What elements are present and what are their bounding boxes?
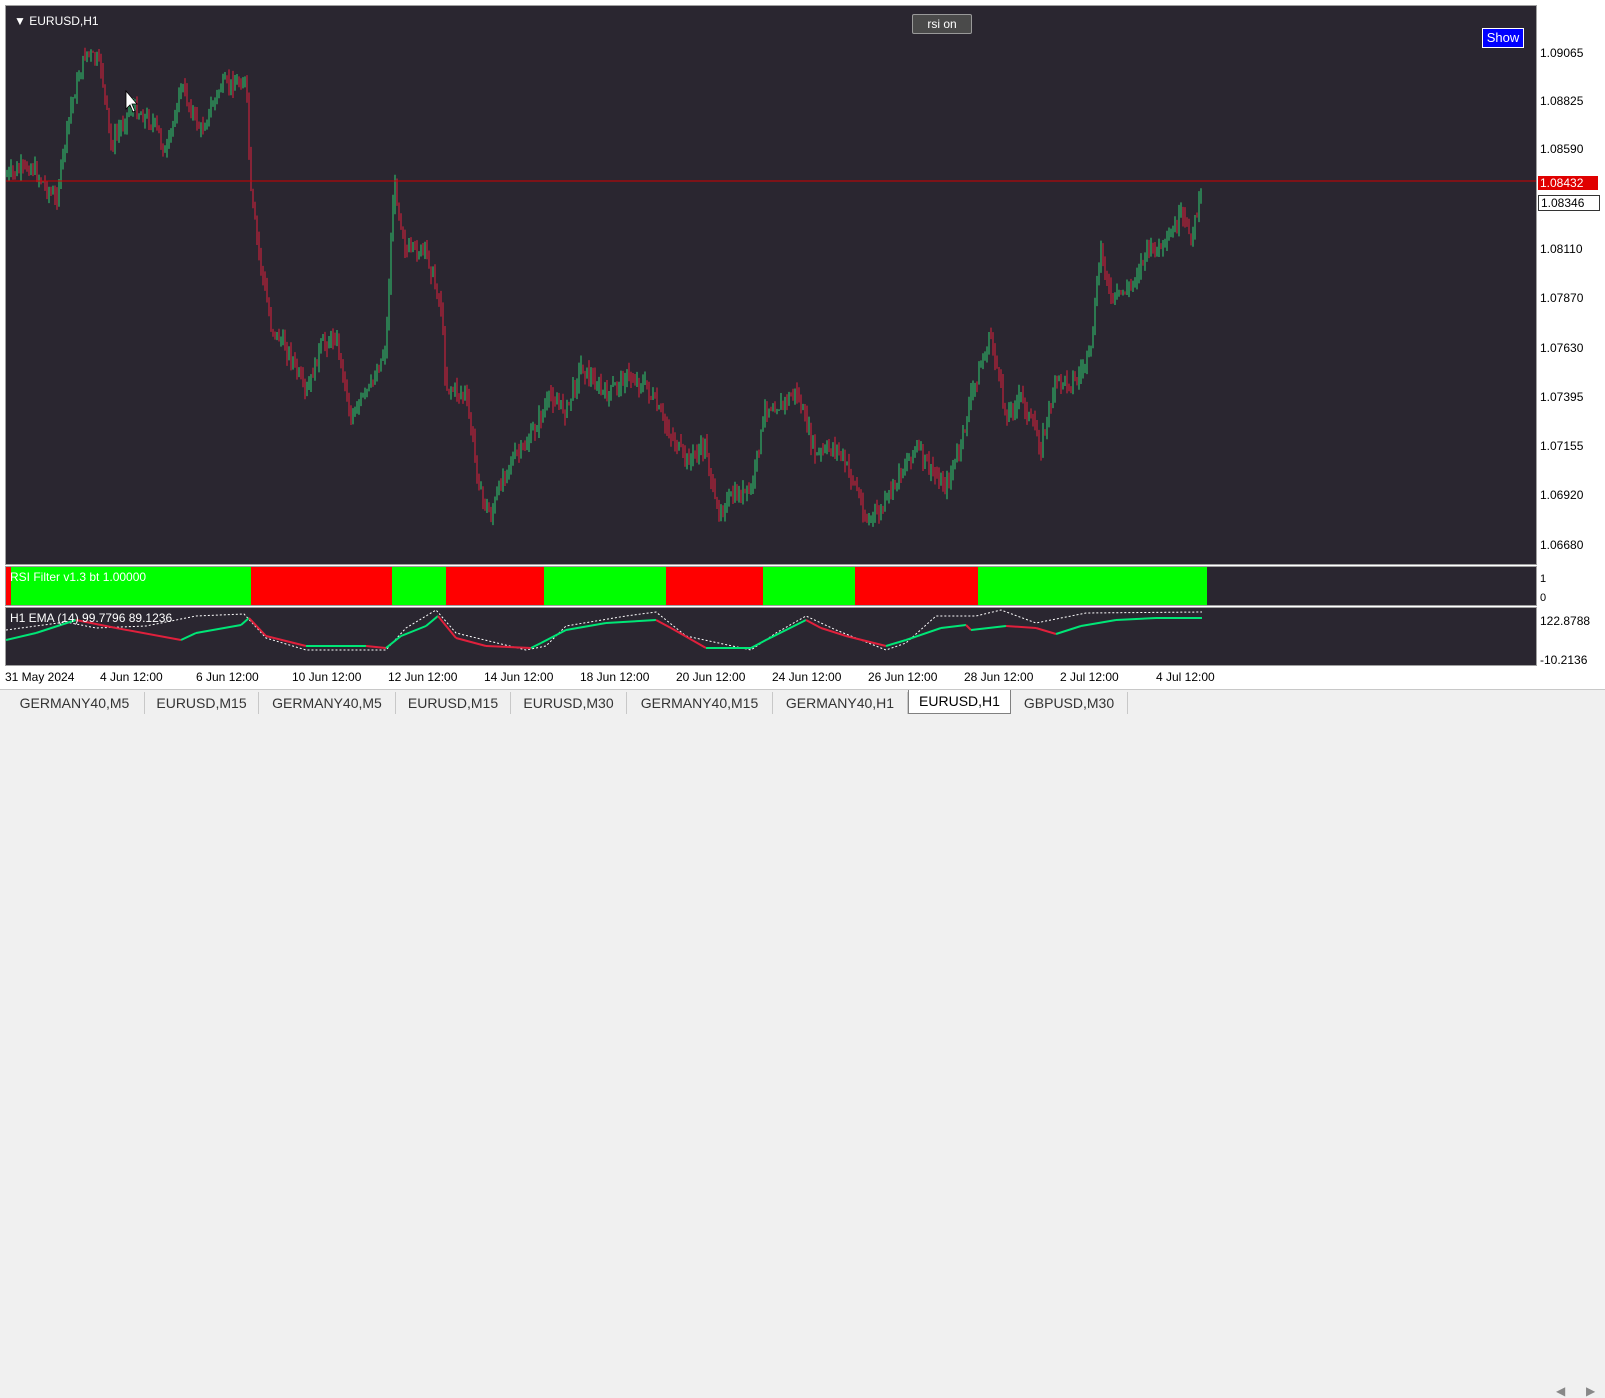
- rsi-filter-pane[interactable]: RSI Filter v1.3 bt 1.00000: [5, 566, 1537, 606]
- ema-main-line: [655, 619, 672, 629]
- ema-main-line: [940, 624, 967, 629]
- ema-indicator-pane[interactable]: H1 EMA (14) 99.7796 89.1236: [5, 607, 1537, 666]
- ema-main-line: [425, 615, 439, 627]
- rsi-filter-segment: [666, 567, 763, 605]
- ema-main-line: [485, 645, 532, 649]
- ema-main-line: [970, 625, 1007, 631]
- rsi-filter-histogram: [6, 567, 1207, 605]
- ema-main-line: [750, 639, 767, 649]
- ema-main-line: [805, 619, 822, 629]
- tab-germany40-m15[interactable]: GERMANY40,M15: [627, 692, 773, 714]
- rsi-filter-segment: [855, 567, 978, 605]
- candlestick-chart: [6, 47, 1536, 527]
- ema-main-line: [765, 619, 807, 641]
- chart-window: ▼ EURUSD,H1 rsi on Show RSI Filter v1.3 …: [0, 0, 1605, 1398]
- rsi-filter-segment: [251, 567, 392, 605]
- ema-lines: [6, 609, 1203, 651]
- tab-eurusd-m30[interactable]: EURUSD,M30: [511, 692, 627, 714]
- rsi-filter-segment: [446, 567, 544, 605]
- ema-main-line: [437, 615, 457, 639]
- time-tick: 28 Jun 12:00: [964, 670, 1034, 684]
- ema-main-line: [965, 624, 972, 631]
- time-tick: 6 Jun 12:00: [196, 670, 259, 684]
- time-tick: 20 Jun 12:00: [676, 670, 746, 684]
- ema-scale-top: 122.8788: [1540, 614, 1591, 628]
- tab-germany40-m5[interactable]: GERMANY40,M5: [5, 692, 145, 714]
- ema-main-line: [455, 637, 487, 647]
- time-axis[interactable]: 31 May 2024 4 Jun 12:00 6 Jun 12:00 10 J…: [0, 666, 1537, 688]
- rsi-filter-segment: [978, 567, 1207, 605]
- rsi-filter-segment: [763, 567, 855, 605]
- tab-gbpusd-m30[interactable]: GBPUSD,M30: [1011, 692, 1128, 714]
- time-tick: 14 Jun 12:00: [484, 670, 554, 684]
- rsi-filter-segment: [544, 567, 666, 605]
- price-tick: 1.08825: [1540, 94, 1584, 108]
- tab-eurusd-m15[interactable]: EURUSD,M15: [145, 692, 259, 714]
- current-price-tag: 1.08432: [1538, 176, 1598, 190]
- ema-main-line: [240, 617, 250, 626]
- rsi-filter-label: RSI Filter v1.3 bt 1.00000: [10, 570, 147, 584]
- time-tick: 24 Jun 12:00: [772, 670, 842, 684]
- ema-main-line: [365, 645, 387, 649]
- ema-main-line: [540, 629, 567, 644]
- price-tick: 1.07395: [1540, 390, 1584, 404]
- tab-scroll-right-icon[interactable]: ▶: [1586, 1384, 1595, 1398]
- price-tick: 1.07630: [1540, 341, 1584, 355]
- price-tick: 1.07155: [1540, 439, 1584, 453]
- ema-main-line: [195, 624, 242, 634]
- time-tick: 4 Jun 12:00: [100, 670, 163, 684]
- ema-main-line: [1115, 617, 1157, 621]
- ema-main-line: [115, 627, 182, 641]
- ema-main-line: [385, 635, 402, 649]
- bid-price-tag: 1.08346: [1538, 195, 1600, 211]
- time-tick: 2 Jul 12:00: [1060, 670, 1119, 684]
- ema-scale-bottom: -10.2136: [1540, 653, 1588, 667]
- time-tick: 12 Jun 12:00: [388, 670, 458, 684]
- tab-scroll-left-icon[interactable]: ◀: [1556, 1384, 1565, 1398]
- ema-main-line: [845, 635, 887, 647]
- tab-germany40-h1[interactable]: GERMANY40,H1: [773, 692, 908, 714]
- symbol-title[interactable]: ▼ EURUSD,H1: [14, 14, 99, 28]
- show-button[interactable]: Show: [1482, 28, 1524, 48]
- time-tick: 31 May 2024: [5, 670, 75, 684]
- ema-main-line: [180, 632, 197, 641]
- ema-main-line: [248, 617, 267, 637]
- rsi-toggle-button[interactable]: rsi on: [912, 14, 972, 34]
- time-tick: 26 Jun 12:00: [868, 670, 938, 684]
- ema-label: H1 EMA (14) 99.7796 89.1236: [10, 611, 173, 625]
- ema-main-line: [1035, 627, 1057, 635]
- price-chart-pane[interactable]: ▼ EURUSD,H1 rsi on Show: [5, 5, 1537, 565]
- tab-eurusd-h1[interactable]: EURUSD,H1: [908, 690, 1011, 714]
- ema-main-line: [6, 632, 37, 641]
- rsi-scale-bottom: 0: [1540, 592, 1547, 604]
- tab-germany40-m5-2[interactable]: GERMANY40,M5: [259, 692, 396, 714]
- ema-main-line: [1005, 625, 1037, 629]
- rsi-filter-segment: [392, 567, 446, 605]
- price-scale[interactable]: 1.09065 1.08825 1.08590 1.08110 1.07870 …: [1537, 5, 1605, 667]
- ema-main-line: [400, 625, 427, 637]
- ema-main-line: [1080, 619, 1117, 627]
- symbol-title-text: EURUSD,H1: [29, 14, 99, 28]
- ema-signal-line: [6, 609, 1203, 651]
- price-tick: 1.07870: [1540, 291, 1584, 305]
- dropdown-triangle-icon[interactable]: ▼: [14, 14, 26, 28]
- time-tick: 18 Jun 12:00: [580, 670, 650, 684]
- ema-main-line: [1055, 625, 1082, 635]
- chart-tabs-bar: GERMANY40,M5 EURUSD,M15 GERMANY40,M5 EUR…: [0, 689, 1605, 1398]
- ema-main-line: [670, 627, 707, 649]
- ema-main-line: [530, 642, 542, 649]
- tab-eurusd-m15-2[interactable]: EURUSD,M15: [396, 692, 511, 714]
- price-tick: 1.06920: [1540, 488, 1584, 502]
- price-tick: 1.09065: [1540, 46, 1584, 60]
- price-tick: 1.08110: [1540, 242, 1583, 256]
- ema-main-line: [605, 619, 657, 624]
- time-tick: 10 Jun 12:00: [292, 670, 362, 684]
- ema-main-line: [885, 639, 907, 647]
- price-tick: 1.06680: [1540, 538, 1584, 552]
- price-tick: 1.08590: [1540, 142, 1584, 156]
- rsi-scale-top: 1: [1540, 573, 1547, 585]
- ema-main-line: [905, 627, 942, 641]
- ema-main-line: [565, 622, 607, 631]
- time-tick: 4 Jul 12:00: [1156, 670, 1215, 684]
